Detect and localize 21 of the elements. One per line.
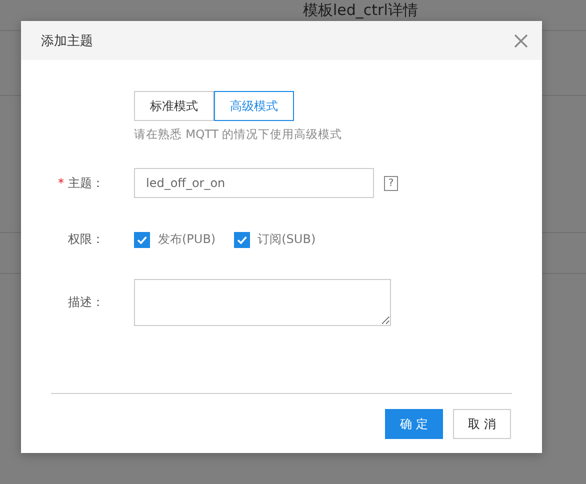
check-icon xyxy=(136,234,148,246)
mode-tab[interactable]: 高级模式 xyxy=(214,91,294,121)
field-label: 主题： xyxy=(68,174,104,192)
checkbox[interactable] xyxy=(134,232,150,248)
mode-hint: 请在熟悉 MQTT 的情况下使用高级模式 xyxy=(134,127,342,142)
required-mark: * xyxy=(58,176,64,190)
close-icon[interactable] xyxy=(514,34,528,48)
confirm-button[interactable]: 确 定 xyxy=(385,409,443,439)
checkbox[interactable] xyxy=(234,232,250,248)
checkbox-label: 发布(PUB) xyxy=(158,231,216,248)
field-label: 权限： xyxy=(68,231,104,248)
checkbox-label: 订阅(SUB) xyxy=(258,231,316,248)
description-input[interactable] xyxy=(134,279,391,326)
field-label: 描述： xyxy=(68,294,104,311)
check-icon xyxy=(236,234,248,246)
help-icon[interactable]: ? xyxy=(384,176,398,190)
dialog-title: 添加主题 xyxy=(41,32,93,50)
cancel-button[interactable]: 取 消 xyxy=(453,409,511,439)
topic-input[interactable]: led_off_or_on xyxy=(134,168,374,198)
page-title: 模板led_ctrl详情 xyxy=(303,1,418,19)
mode-tab[interactable]: 标准模式 xyxy=(134,91,214,121)
